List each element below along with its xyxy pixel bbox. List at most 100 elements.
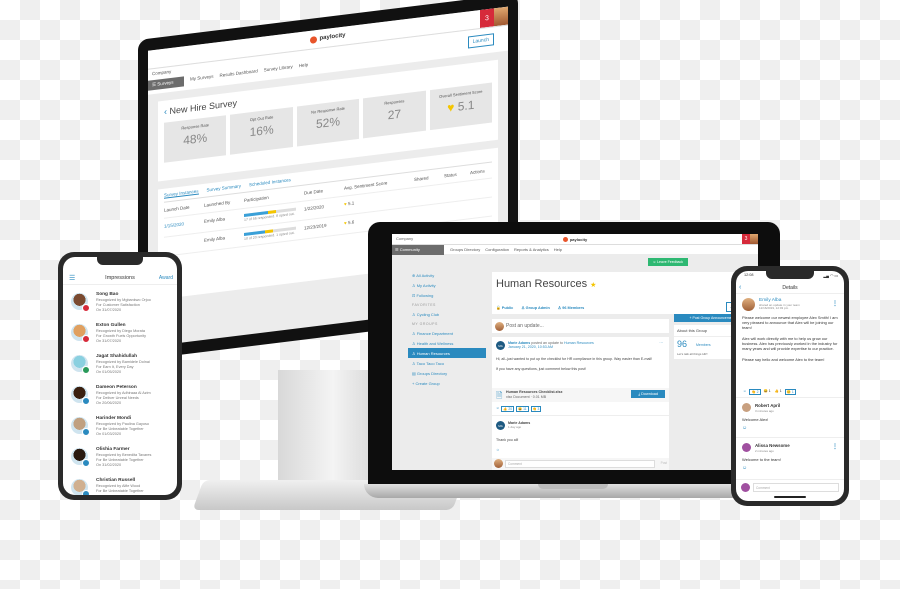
tab-survey-instances[interactable]: Survey Instances (164, 188, 199, 199)
module-menu-button[interactable]: ☰ Surveys (148, 76, 184, 91)
user-avatar (495, 321, 504, 331)
module-menu-button[interactable]: ☰ Community (392, 244, 444, 255)
award-badge-icon (82, 490, 90, 495)
nav-my-surveys[interactable]: My Surveys (190, 74, 214, 82)
nav-help[interactable]: Help (554, 247, 562, 252)
impression-item[interactable]: Olishia Farmer Recognized by Benedita Ta… (63, 444, 177, 473)
sidebar-label: Cycling Club (416, 311, 440, 317)
post-header: Marie Adams posted an update to Human Re… (508, 341, 594, 349)
details-header: ‹ Details (736, 282, 844, 294)
comment: Alissa Newsome 2 minutes ago ⋮ Welcome t… (736, 437, 844, 475)
sidebar-item-following[interactable]: ⊡ Following (408, 290, 486, 300)
sidebar-item-groups-directory[interactable]: ▤ Groups Directory (408, 368, 486, 378)
sidebar-label: All Activity (416, 272, 435, 278)
reaction-chip[interactable]: 👏 2 (749, 389, 761, 395)
launch-date-link[interactable]: 1/15/2020 (164, 219, 204, 232)
nav-results-dashboard[interactable]: Results Dashboard (220, 68, 258, 78)
nav-configuration[interactable]: Configuration (485, 247, 509, 252)
award-badge-icon (82, 459, 90, 467)
post-update-input[interactable]: Post an update... (492, 319, 669, 333)
download-button[interactable]: ⤓ Download (631, 390, 665, 398)
sidebar-item-finance[interactable]: ♙ Finance Department (408, 328, 486, 338)
sidebar-label: Finance Department (416, 330, 453, 336)
reaction-chip[interactable]: 👏 3 (530, 406, 542, 412)
commenter-avatar[interactable]: MA (496, 421, 505, 430)
kebab-menu-icon[interactable]: ⋮ (832, 443, 838, 450)
notification-badge[interactable]: 3 (480, 8, 494, 29)
nav-reports-analytics[interactable]: Reports & Analytics (514, 247, 549, 252)
col-launch-date[interactable]: Launch Date (164, 203, 204, 213)
reaction-chip[interactable]: 😀 1 (763, 389, 772, 395)
impression-item[interactable]: Harinder Mondi Recognized by Paulina Gay… (63, 413, 177, 442)
comment-text: Thank you all! (496, 438, 519, 442)
score-value: 5.1 (347, 200, 355, 207)
author-avatar[interactable] (742, 298, 755, 311)
sidebar-item-human-resources[interactable]: ♙ Human Resources (408, 348, 486, 358)
recognized-for: For Be Unbeatable Together (96, 427, 144, 431)
sidebar-item-create-group[interactable]: + Create Group (408, 378, 486, 388)
launch-date-link[interactable] (164, 238, 204, 251)
nav-survey-library[interactable]: Survey Library (264, 64, 293, 73)
add-reaction-icon[interactable]: ☺ (742, 465, 747, 471)
star-icon[interactable]: ★ (590, 282, 596, 289)
attachment-name[interactable]: Human Resources Checklist.xlsx (506, 390, 563, 394)
author-meta: shared an update in your team 12/16/2019,… (759, 303, 800, 311)
members-link[interactable]: Members (696, 343, 711, 347)
kebab-menu-icon[interactable]: ⋮ (832, 300, 838, 307)
back-icon[interactable]: ‹ (739, 282, 741, 294)
add-reaction-icon[interactable]: ☺ (496, 448, 500, 452)
recognized-by: Recognized by Bamidele Dolnai (96, 360, 150, 364)
user-avatar[interactable] (750, 234, 758, 244)
impression-item[interactable]: Jagat Shahidullah Recognized by Bamidele… (63, 351, 177, 380)
reaction-chip[interactable]: 😊 1 (784, 389, 796, 395)
laptop-notch (538, 484, 608, 489)
module-label: Community (399, 246, 420, 252)
sidebar-item-all-activity[interactable]: ⊕ All Activity (408, 270, 486, 280)
tab-scheduled-instances[interactable]: Scheduled Instances (249, 177, 291, 188)
comment-input[interactable]: Comment (505, 460, 655, 468)
award-badge-icon (82, 335, 90, 343)
impression-item[interactable]: Christian Russell Recognized by Alfie Wo… (63, 475, 177, 495)
group-title: Human Resources ★ (496, 278, 596, 290)
sentiment-score: ♥ 5.1 (344, 193, 414, 210)
commenter-avatar[interactable] (742, 443, 751, 452)
menu-icon[interactable]: ☰ (69, 274, 75, 282)
home-indicator (774, 496, 806, 498)
nav-groups-directory[interactable]: Groups Directory (450, 247, 480, 252)
sidebar-item-cycling-club[interactable]: ♙ Cycling Club (408, 309, 486, 319)
add-reaction-icon[interactable]: ☺ (742, 389, 747, 395)
impression-item[interactable]: Dameon Peterson Recognized by Adhiraaa A… (63, 382, 177, 411)
more-icon[interactable]: ··· (659, 341, 663, 345)
add-reaction-icon[interactable]: ☺ (496, 406, 499, 412)
reaction-chip[interactable]: 😀 11 (516, 406, 529, 412)
commenter-name[interactable]: Alissa Newsome (755, 443, 790, 448)
award-button[interactable]: Award (159, 275, 173, 281)
stat-responses: Responses 27 (363, 90, 426, 139)
sidebar-label: Human Resources (416, 350, 450, 356)
notification-badge[interactable]: 3 (742, 234, 750, 244)
screen-title: Impressions (105, 274, 135, 281)
add-reaction-icon[interactable]: ☺ (742, 425, 747, 431)
members-link[interactable]: ♙ 96 Members (558, 305, 584, 310)
commenter-name[interactable]: Robert April (755, 403, 780, 408)
tab-survey-summary[interactable]: Survey Summary (207, 183, 242, 193)
reaction-chip[interactable]: 👍 1 (774, 389, 783, 395)
post-comment-button[interactable]: Post (661, 461, 667, 465)
leave-feedback-button[interactable]: ☺ Leave Feedback (647, 258, 688, 266)
sidebar-item-my-activity[interactable]: ♙ My Activity (408, 280, 486, 290)
reaction-chip[interactable]: 👍 20 (501, 406, 515, 412)
author-avatar[interactable]: MA (496, 341, 505, 350)
nav-help[interactable]: Help (299, 62, 308, 68)
comment-input[interactable]: Comment (753, 483, 839, 492)
target-link[interactable]: Human Resources (564, 341, 594, 345)
impression-item[interactable]: Exton Gullen Recognized by Diego Morata … (63, 320, 177, 349)
launch-button[interactable]: Launch (467, 33, 494, 49)
user-avatar (741, 483, 750, 492)
impression-item[interactable]: Song Bao Recognized by Mgbankwo Orjoo Fo… (63, 289, 177, 318)
sidebar-item-taco[interactable]: ♙ Taco Taco Taco (408, 358, 486, 368)
commenter-avatar[interactable] (742, 403, 751, 412)
sidebar-item-health[interactable]: ♙ Health and Wellness (408, 338, 486, 348)
recognized-for: For Be Unbeatable Together (96, 489, 144, 493)
stat-sentiment-score: Overall Sentiment Score ♥ 5.1 (429, 82, 493, 131)
user-avatar[interactable] (494, 6, 508, 27)
